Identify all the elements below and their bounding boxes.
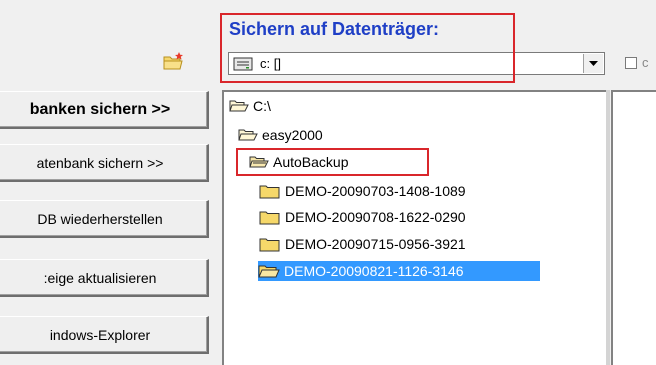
- tree-node-label: DEMO-20090821-1126-3146: [284, 263, 464, 279]
- drive-value: c: []: [260, 56, 281, 71]
- tree-node-label: DEMO-20090715-0956-3921: [285, 236, 466, 252]
- windows-explorer-button[interactable]: indows-Explorer: [0, 316, 209, 354]
- folder-icon: [259, 238, 280, 252]
- tree-node-label: easy2000: [262, 127, 323, 143]
- drive-icon: [233, 57, 253, 71]
- windows-explorer-label: indows-Explorer: [49, 326, 151, 343]
- dropdown-arrow-button[interactable]: [583, 54, 603, 73]
- folder-open-icon: [258, 265, 280, 278]
- restore-db-label: DB wiederherstellen: [37, 210, 163, 227]
- tree-node-autobackup[interactable]: AutoBackup: [249, 152, 349, 172]
- folder-open-icon: [249, 156, 269, 168]
- new-folder-icon[interactable]: [163, 51, 185, 76]
- tree-node-label: DEMO-20090703-1408-1089: [285, 183, 466, 199]
- tree-node-backup-1[interactable]: DEMO-20090703-1408-1089: [259, 181, 466, 201]
- chevron-down-icon: [589, 60, 598, 66]
- tree-node-backup-4-selected[interactable]: DEMO-20090821-1126-3146: [258, 261, 540, 281]
- tree-node-label: DEMO-20090708-1622-0290: [285, 209, 466, 225]
- backup-databases-label: banken sichern >>: [29, 100, 171, 118]
- tree-node-label: AutoBackup: [273, 154, 349, 170]
- folder-open-icon: [238, 129, 258, 141]
- backup-target-title: Sichern auf Datenträger:: [229, 19, 440, 39]
- refresh-view-button[interactable]: :eige aktualisieren: [0, 259, 209, 297]
- tree-node-backup-2[interactable]: DEMO-20090708-1622-0290: [259, 207, 466, 227]
- option-checkbox[interactable]: [625, 57, 637, 69]
- folder-icon: [259, 185, 280, 199]
- backup-database-button[interactable]: atenbank sichern >>: [0, 144, 209, 182]
- tree-node-backup-3[interactable]: DEMO-20090715-0956-3921: [259, 234, 466, 254]
- drive-select[interactable]: c: []: [228, 52, 605, 75]
- tree-node-easy2000[interactable]: easy2000: [238, 125, 323, 145]
- backup-database-label: atenbank sichern >>: [36, 154, 164, 171]
- file-list-panel[interactable]: [611, 90, 656, 365]
- folder-open-icon: [229, 100, 249, 112]
- tree-node-drive-c[interactable]: C:\: [229, 96, 271, 116]
- restore-db-button[interactable]: DB wiederherstellen: [0, 200, 209, 238]
- tree-scrollbar[interactable]: [606, 90, 610, 365]
- backup-databases-button[interactable]: banken sichern >>: [0, 91, 209, 129]
- tree-node-label: C:\: [253, 98, 271, 114]
- refresh-view-label: :eige aktualisieren: [43, 269, 157, 286]
- folder-icon: [259, 211, 280, 225]
- option-checkbox-label: c: [642, 55, 649, 70]
